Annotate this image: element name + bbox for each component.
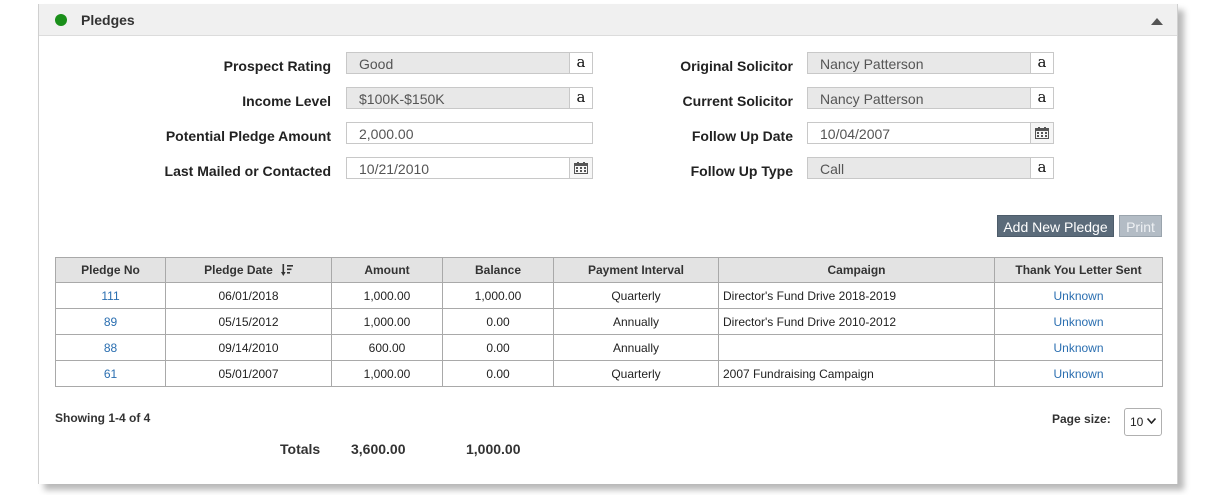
follow-up-type-value: Call (820, 161, 845, 177)
last-mailed-date-input[interactable]: 10/21/2010 (346, 157, 593, 179)
campaign-cell: 2007 Fundraising Campaign (718, 360, 995, 387)
calendar-icon (574, 162, 588, 174)
follow-up-date-label: Follow Up Date (691, 128, 793, 144)
prospect-rating-value: Good (359, 56, 394, 72)
column-header-amount[interactable]: Amount (331, 257, 443, 283)
follow-up-type-lookup-button[interactable]: a (1030, 158, 1053, 178)
campaign-cell: Director's Fund Drive 2018-2019 (718, 282, 995, 309)
column-header-balance[interactable]: Balance (442, 257, 554, 283)
prospect-rating-label: Prospect Rating (223, 58, 331, 74)
status-dot-icon (55, 14, 67, 26)
payment-interval-cell: Quarterly (553, 360, 719, 387)
payment-interval-cell: Annually (553, 308, 719, 335)
pledge-no-link[interactable]: 111 (55, 282, 166, 309)
column-header-thank-you-letter-sent[interactable]: Thank You Letter Sent (994, 257, 1163, 283)
totals-amount: 3,600.00 (351, 441, 406, 457)
calendar-icon (1035, 127, 1049, 139)
pledge-date-cell: 09/14/2010 (165, 334, 332, 361)
page-size-value: 10 (1130, 415, 1144, 429)
current-solicitor-field[interactable]: Nancy Patterson a (807, 87, 1054, 109)
pledge-date-cell: 06/01/2018 (165, 282, 332, 309)
totals-label: Totals (280, 441, 321, 457)
thank-you-letter-link[interactable]: Unknown (994, 334, 1163, 361)
original-solicitor-field[interactable]: Nancy Patterson a (807, 52, 1054, 74)
income-level-lookup-button[interactable]: a (569, 88, 592, 108)
showing-count: Showing 1-4 of 4 (55, 411, 151, 425)
prospect-rating-field[interactable]: Good a (346, 52, 593, 74)
caret-up-icon[interactable] (1151, 18, 1163, 25)
table-row[interactable]: 89 05/15/2012 1,000.00 0.00 Annually Dir… (55, 308, 1163, 335)
thank-you-letter-link[interactable]: Unknown (994, 308, 1163, 335)
balance-cell: 0.00 (442, 308, 554, 335)
balance-cell: 1,000.00 (442, 282, 554, 309)
follow-up-type-label: Follow Up Type (690, 163, 793, 179)
potential-pledge-amount-input[interactable]: 2,000.00 (346, 122, 593, 144)
current-solicitor-label: Current Solicitor (682, 93, 793, 109)
thank-you-letter-link[interactable]: Unknown (994, 282, 1163, 309)
follow-up-date-calendar-button[interactable] (1030, 123, 1053, 143)
pledge-date-cell: 05/15/2012 (165, 308, 332, 335)
campaign-cell (718, 334, 995, 361)
thank-you-letter-link[interactable]: Unknown (994, 360, 1163, 387)
amount-cell: 600.00 (331, 334, 443, 361)
payment-interval-cell: Quarterly (553, 282, 719, 309)
totals-balance: 1,000.00 (466, 441, 521, 457)
original-solicitor-value: Nancy Patterson (820, 56, 924, 72)
last-mailed-label: Last Mailed or Contacted (164, 163, 331, 179)
sort-descending-icon (280, 264, 293, 276)
column-header-campaign[interactable]: Campaign (718, 257, 995, 283)
income-level-field[interactable]: $100K-$150K a (346, 87, 593, 109)
pledge-no-link[interactable]: 88 (55, 334, 166, 361)
pledge-no-link[interactable]: 61 (55, 360, 166, 387)
last-mailed-calendar-button[interactable] (569, 158, 592, 178)
balance-cell: 0.00 (442, 334, 554, 361)
prospect-rating-lookup-button[interactable]: a (569, 53, 592, 73)
add-new-pledge-button[interactable]: Add New Pledge (997, 215, 1114, 237)
income-level-label: Income Level (242, 93, 331, 109)
column-header-pledge-no[interactable]: Pledge No (55, 257, 166, 283)
table-row[interactable]: 61 05/01/2007 1,000.00 0.00 Quarterly 20… (55, 360, 1163, 387)
table-row[interactable]: 111 06/01/2018 1,000.00 1,000.00 Quarter… (55, 282, 1163, 309)
column-header-payment-interval[interactable]: Payment Interval (553, 257, 719, 283)
page-size-select[interactable]: 10 (1124, 408, 1162, 436)
pledges-panel: Pledges Prospect Rating Good a Income Le… (38, 4, 1178, 484)
section-title: Pledges (81, 12, 135, 28)
pledge-date-cell: 05/01/2007 (165, 360, 332, 387)
amount-cell: 1,000.00 (331, 282, 443, 309)
income-level-value: $100K-$150K (359, 91, 445, 107)
current-solicitor-value: Nancy Patterson (820, 91, 924, 107)
follow-up-date-value: 10/04/2007 (820, 126, 891, 142)
last-mailed-value: 10/21/2010 (359, 161, 430, 177)
amount-cell: 1,000.00 (331, 308, 443, 335)
potential-pledge-amount-label: Potential Pledge Amount (165, 128, 331, 144)
campaign-cell: Director's Fund Drive 2010-2012 (718, 308, 995, 335)
follow-up-type-field[interactable]: Call a (807, 157, 1054, 179)
table-row[interactable]: 88 09/14/2010 600.00 0.00 Annually Unkno… (55, 334, 1163, 361)
balance-cell: 0.00 (442, 360, 554, 387)
pledges-table: Pledge No Pledge Date Amount Balance Pay… (55, 257, 1163, 387)
page-size-label: Page size: (1052, 412, 1111, 426)
potential-pledge-amount-value: 2,000.00 (359, 126, 414, 142)
column-header-pledge-date[interactable]: Pledge Date (165, 257, 332, 283)
original-solicitor-label: Original Solicitor (680, 58, 793, 74)
payment-interval-cell: Annually (553, 334, 719, 361)
pledge-no-link[interactable]: 89 (55, 308, 166, 335)
table-header-row: Pledge No Pledge Date Amount Balance Pay… (55, 257, 1163, 283)
original-solicitor-lookup-button[interactable]: a (1030, 53, 1053, 73)
amount-cell: 1,000.00 (331, 360, 443, 387)
chevron-down-icon (1147, 418, 1156, 424)
follow-up-date-input[interactable]: 10/04/2007 (807, 122, 1054, 144)
section-header[interactable]: Pledges (39, 4, 1177, 36)
print-button[interactable]: Print (1119, 215, 1162, 237)
current-solicitor-lookup-button[interactable]: a (1030, 88, 1053, 108)
